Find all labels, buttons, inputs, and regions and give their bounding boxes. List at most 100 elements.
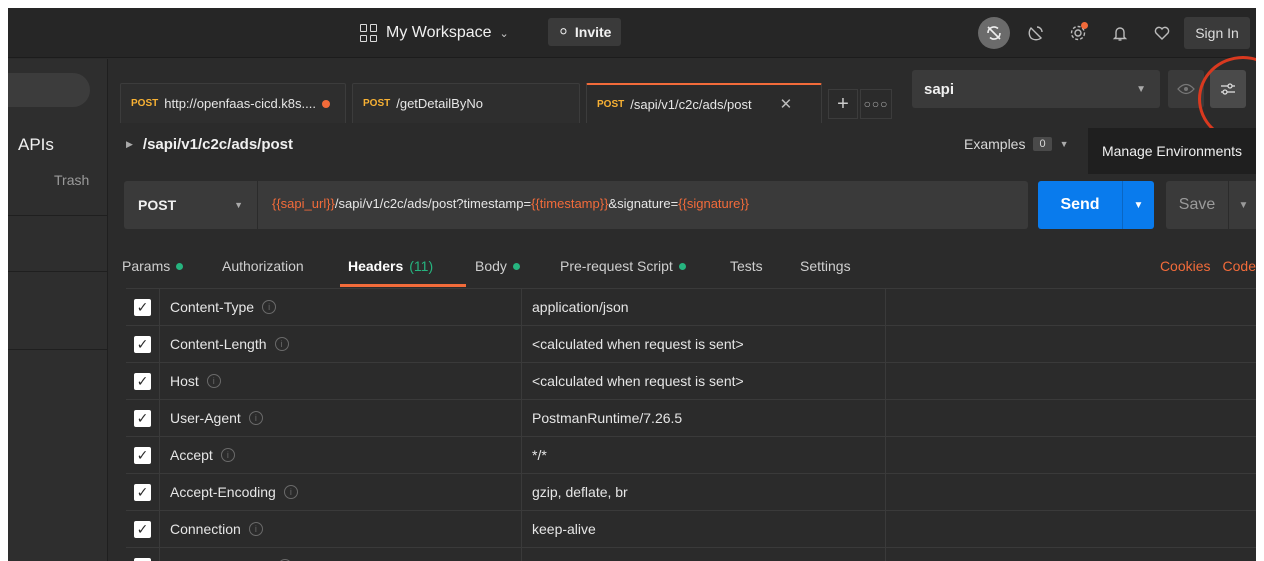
url-variable: {{signature}} <box>678 196 750 211</box>
status-dot-icon <box>176 262 184 270</box>
tab-headers[interactable]: Headers (11) <box>348 258 433 274</box>
send-button[interactable]: Send ▼ <box>1038 181 1154 229</box>
sidebar-item-trash[interactable]: Trash <box>54 172 89 188</box>
heart-icon[interactable] <box>1146 17 1178 49</box>
header-enabled-checkbox[interactable]: ✓ <box>126 363 160 399</box>
chevron-down-icon: ⌄ <box>499 27 509 40</box>
header-value-cell[interactable]: gzip, deflate, br <box>522 474 886 510</box>
tab-settings[interactable]: Settings <box>800 258 851 274</box>
examples-count-badge: 0 <box>1033 137 1052 151</box>
url-input[interactable]: {{sapi_url}}/sapi/v1/c2c/ads/post?timest… <box>272 196 749 211</box>
more-tabs-icon[interactable]: ○○○ <box>860 89 892 119</box>
header-description-cell[interactable] <box>886 548 1256 561</box>
sync-off-icon[interactable] <box>978 17 1010 49</box>
header-value-cell[interactable]: */* <box>522 437 886 473</box>
url-path: /sapi/v1/c2c/ads/post?timestamp= <box>334 196 532 211</box>
invite-button[interactable]: ⚪ Invite <box>548 18 622 46</box>
satellite-icon[interactable] <box>1020 17 1052 49</box>
header-key-cell[interactable]: Accept i <box>160 437 522 473</box>
code-link[interactable]: Code <box>1223 258 1256 274</box>
send-options-caret-icon[interactable]: ▼ <box>1122 181 1154 229</box>
tab-body[interactable]: Body <box>475 258 520 274</box>
header-key-cell[interactable]: Content-Type i <box>160 289 522 325</box>
header-key: Host <box>170 373 199 389</box>
header-value-cell[interactable]: keep-alive <box>522 511 886 547</box>
save-options-caret-icon[interactable]: ▼ <box>1228 181 1256 229</box>
info-icon: i <box>248 411 263 425</box>
request-tab-active[interactable]: POST /sapi/v1/c2c/ads/post ✕ <box>586 83 822 123</box>
new-tab-plus-icon[interactable]: + <box>828 89 858 119</box>
header-key-cell[interactable]: Host i <box>160 363 522 399</box>
request-tab[interactable]: POST http://openfaas-cicd.k8s.... <box>120 83 346 123</box>
settings-gear-icon[interactable] <box>1062 17 1094 49</box>
header-key: Connection <box>170 521 241 537</box>
header-value-cell[interactable]: PostmanRuntime/7.26.5 <box>522 400 886 436</box>
header-key-cell[interactable]: X-MBX-APIKEYi <box>160 548 522 561</box>
tab-label: http://openfaas-cicd.k8s.... <box>164 96 316 111</box>
request-name[interactable]: ▶ /sapi/v1/c2c/ads/post <box>126 136 293 153</box>
header-key: Accept <box>170 447 213 463</box>
table-row: ✓ Accept-Encoding i gzip, deflate, br <box>126 473 1256 510</box>
http-method-select[interactable]: POST ▼ <box>124 181 258 229</box>
header-value-cell[interactable]: application/json <box>522 289 886 325</box>
save-button[interactable]: Save ▼ <box>1166 181 1256 229</box>
header-description-cell[interactable] <box>886 474 1256 510</box>
url-bar: POST ▼ {{sapi_url}}/sapi/v1/c2c/ads/post… <box>124 181 1028 229</box>
header-value: */* <box>532 447 547 463</box>
header-enabled-checkbox[interactable]: ✓ <box>126 511 160 547</box>
header-enabled-checkbox[interactable]: ✓ <box>126 289 160 325</box>
tab-method: POST <box>131 98 159 109</box>
info-icon: i <box>206 374 221 388</box>
tab-params-label: Params <box>122 258 171 274</box>
header-key-cell[interactable]: Accept-Encoding i <box>160 474 522 510</box>
header-description-cell[interactable] <box>886 289 1256 325</box>
sidebar-divider <box>8 215 108 216</box>
url-variable: {{timestamp}} <box>531 196 609 211</box>
environment-select[interactable]: sapi ▼ <box>912 70 1160 108</box>
postman-window: My Workspace ⌄ ⚪ Invite Sign In APIs Tra… <box>8 8 1256 561</box>
headers-table: ✓ Content-Type i application/json ✓ Content-L… <box>126 288 1256 561</box>
header-enabled-checkbox[interactable]: ✓ <box>126 326 160 362</box>
header-key: User-Agent <box>170 410 241 426</box>
header-key-cell[interactable]: Content-Length i <box>160 326 522 362</box>
header-enabled-checkbox[interactable]: ✓ <box>126 400 160 436</box>
tab-params[interactable]: Params <box>122 258 184 274</box>
header-description-cell[interactable] <box>886 363 1256 399</box>
request-tab[interactable]: POST /getDetailByNo <box>352 83 580 123</box>
header-value-cell[interactable]: <calculated when request is sent> <box>522 363 886 399</box>
bell-icon[interactable] <box>1104 17 1136 49</box>
header-description-cell[interactable] <box>886 437 1256 473</box>
header-description-cell[interactable] <box>886 326 1256 362</box>
cookies-link[interactable]: Cookies <box>1160 258 1211 274</box>
header-enabled-checkbox[interactable]: ✓ <box>126 437 160 473</box>
header-key: Accept-Encoding <box>170 484 276 500</box>
header-key-cell[interactable]: User-Agent i <box>160 400 522 436</box>
send-label: Send <box>1060 196 1100 213</box>
close-icon[interactable]: ✕ <box>780 95 793 113</box>
table-row: ✓ Host i <calculated when request is sent> <box>126 362 1256 399</box>
unsaved-dot-icon <box>321 99 330 108</box>
sidebar-search-input[interactable] <box>8 73 90 107</box>
notification-dot-icon <box>1081 22 1088 29</box>
info-icon: i <box>274 337 289 351</box>
header-value-cell[interactable]: <calculated when request is sent> <box>522 326 886 362</box>
tab-prerequest-label: Pre-request Script <box>560 258 673 274</box>
header-key-cell[interactable]: Connection i <box>160 511 522 547</box>
tab-authorization[interactable]: Authorization <box>222 258 304 274</box>
tab-tests[interactable]: Tests <box>730 258 763 274</box>
header-description-cell[interactable] <box>886 400 1256 436</box>
sidebar-item-apis[interactable]: APIs <box>18 135 54 155</box>
header-enabled-checkbox[interactable]: ✓ <box>126 474 160 510</box>
request-tabs-bar: POST http://openfaas-cicd.k8s.... POST /… <box>108 59 908 123</box>
header-value-cell[interactable]: {{binance-api-key}} <box>522 548 886 561</box>
examples-dropdown[interactable]: Examples 0 ▼ <box>964 136 1069 152</box>
sign-in-button[interactable]: Sign In <box>1184 17 1250 49</box>
tab-pre-request-script[interactable]: Pre-request Script <box>560 258 686 274</box>
header-enabled-checkbox[interactable]: ✓ <box>126 548 160 561</box>
tab-method: POST <box>597 98 625 110</box>
header-key: Content-Type <box>170 299 255 315</box>
header-description-cell[interactable] <box>886 511 1256 547</box>
checkmark-icon: ✓ <box>134 372 151 390</box>
header-value: <calculated when request is sent> <box>532 336 744 352</box>
workspace-switcher[interactable]: My Workspace ⌄ <box>360 20 509 46</box>
